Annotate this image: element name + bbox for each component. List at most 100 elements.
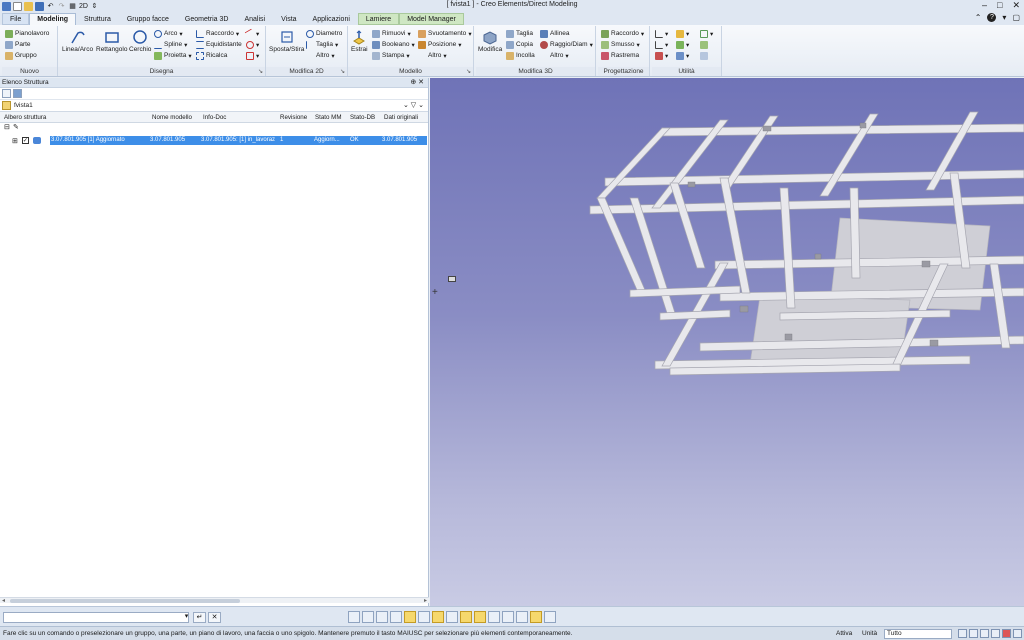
- tab-gruppo-facce[interactable]: Gruppo facce: [119, 13, 177, 25]
- tab-applicazioni[interactable]: Applicazioni: [305, 13, 358, 25]
- tab-file[interactable]: File: [2, 13, 30, 25]
- status-layout-icon[interactable]: [980, 629, 989, 638]
- rettangolo-button[interactable]: Rettangolo: [96, 29, 127, 53]
- view-settings-icon[interactable]: [544, 611, 556, 623]
- minimize-ribbon-icon[interactable]: ⌃: [975, 13, 982, 22]
- render-shaded-icon[interactable]: [446, 611, 458, 623]
- utility-info-button[interactable]: ▾: [676, 50, 689, 61]
- status-window-icon[interactable]: [969, 629, 978, 638]
- minimize-icon[interactable]: –: [982, 0, 987, 11]
- posizione-button[interactable]: Posizione ▾: [418, 39, 461, 50]
- tab-vista[interactable]: Vista: [273, 13, 304, 25]
- svuotamento-button[interactable]: Svuotamento ▾: [418, 28, 472, 39]
- modifica-button[interactable]: Modifica: [478, 29, 502, 53]
- help-icon[interactable]: ?: [987, 13, 997, 22]
- status-close-icon[interactable]: [1002, 629, 1011, 638]
- filter-icons[interactable]: ⌄ ▽ ⌄: [403, 101, 424, 109]
- utility-distance-button[interactable]: ▾: [655, 39, 668, 50]
- stampa-button[interactable]: Stampa ▾: [372, 50, 410, 61]
- tab-geometria-3d[interactable]: Geometria 3D: [177, 13, 237, 25]
- taglia-3d-button[interactable]: Taglia: [506, 28, 533, 39]
- help-dropdown-icon[interactable]: ▾: [1002, 13, 1006, 22]
- altro-3d-button[interactable]: Altro ▾: [540, 50, 569, 61]
- status-save-icon[interactable]: [958, 629, 967, 638]
- tree-up-icon[interactable]: [2, 89, 11, 98]
- construction-circle-button[interactable]: ▾: [246, 39, 259, 50]
- render-hidden-icon[interactable]: [488, 611, 500, 623]
- render-wire-icon[interactable]: [474, 611, 486, 623]
- view-front-icon[interactable]: [362, 611, 374, 623]
- cerchio-button[interactable]: Cerchio: [129, 29, 151, 53]
- arco-button[interactable]: Arco ▾: [154, 28, 183, 39]
- render-shaded-edges-icon[interactable]: [460, 611, 472, 623]
- booleano-button[interactable]: Booleano ▾: [372, 39, 415, 50]
- close-icon[interactable]: ✕: [1012, 0, 1020, 11]
- render-outline-icon[interactable]: [502, 611, 514, 623]
- status-options-icon[interactable]: [1013, 629, 1022, 638]
- rastrema-button[interactable]: Rastrema: [601, 50, 639, 61]
- scroll-left-icon[interactable]: ◂: [2, 597, 5, 604]
- command-cancel-button[interactable]: ✕: [208, 612, 221, 623]
- spline-button[interactable]: Spline ▾: [154, 39, 187, 50]
- view-iso-icon[interactable]: [348, 611, 360, 623]
- modifica-2d-launcher-icon[interactable]: ↘: [340, 68, 345, 75]
- gruppo-button[interactable]: Gruppo: [5, 50, 37, 61]
- utility-flag-button[interactable]: ▾: [676, 28, 689, 39]
- status-tile-icon[interactable]: [991, 629, 1000, 638]
- utility-image-button[interactable]: [700, 39, 708, 50]
- raccordo-2d-button[interactable]: Raccordo ▾: [196, 28, 239, 39]
- tree-root[interactable]: ⊟ ✎: [0, 123, 428, 132]
- status-unit[interactable]: Unità: [862, 630, 877, 637]
- scroll-right-icon[interactable]: ▸: [424, 597, 427, 604]
- ribbon-options-icon[interactable]: ▢: [1012, 13, 1020, 22]
- expand-icon[interactable]: ⊞: [12, 137, 18, 145]
- taglia-2d-button[interactable]: Taglia ▾: [306, 39, 338, 50]
- viewport-selector-row[interactable]: fvista1 ⌄ ▽ ⌄: [0, 100, 428, 112]
- raccordo-3d-button[interactable]: Raccordo ▾: [601, 28, 644, 39]
- tree-row[interactable]: 3.07.801.905 [1] Aggiornato 3.07.801.905…: [50, 136, 427, 145]
- tab-lamiere[interactable]: Lamiere: [357, 13, 400, 25]
- estrai-button[interactable]: Estrai: [351, 29, 368, 53]
- construction-line-button[interactable]: ▾: [244, 28, 259, 39]
- col-info-doc[interactable]: Info-Doc: [203, 114, 226, 121]
- col-revisione[interactable]: Revisione: [280, 114, 307, 121]
- maximize-icon[interactable]: □: [997, 0, 1002, 11]
- altro-modello-button[interactable]: Altro ▾: [418, 50, 447, 61]
- diametro-button[interactable]: Diametro: [306, 28, 342, 39]
- view-side-icon[interactable]: [390, 611, 402, 623]
- pianolavoro-button[interactable]: Pianolavoro: [5, 28, 49, 39]
- view-zoom-icon[interactable]: [418, 611, 430, 623]
- panel-horizontal-scrollbar[interactable]: ◂ ▸: [0, 597, 429, 604]
- rimuovi-button[interactable]: Rimuovi ▾: [372, 28, 411, 39]
- sposta-stira-button[interactable]: Sposta/Stira: [269, 29, 304, 53]
- view-top-icon[interactable]: [376, 611, 388, 623]
- utility-grid-button[interactable]: ▾: [700, 28, 713, 39]
- command-input[interactable]: [3, 612, 189, 623]
- modello-launcher-icon[interactable]: ↘: [466, 68, 471, 75]
- utility-angle-button[interactable]: ▾: [655, 50, 668, 61]
- raggio-diam-button[interactable]: Raggio/Diam ▾: [540, 39, 593, 50]
- panel-pin-close-icons[interactable]: ⊕ ✕: [410, 78, 424, 88]
- construction-point-button[interactable]: ▾: [246, 50, 259, 61]
- incolla-button[interactable]: Incolla: [506, 50, 535, 61]
- linea-arco-button[interactable]: Linea/Arco: [62, 29, 93, 53]
- command-dropdown-icon[interactable]: ▾: [182, 612, 191, 623]
- ricalca-button[interactable]: Ricalca: [196, 50, 227, 61]
- scrollbar-thumb[interactable]: [10, 599, 240, 603]
- highlight-icon[interactable]: [530, 611, 542, 623]
- copia-button[interactable]: Copia: [506, 39, 533, 50]
- parte-button[interactable]: Parte: [5, 39, 31, 50]
- view-fit-icon[interactable]: [404, 611, 416, 623]
- view-pan-icon[interactable]: [432, 611, 444, 623]
- utility-box-button[interactable]: [700, 50, 708, 61]
- col-albero[interactable]: Albero struttura: [4, 114, 46, 121]
- collapse-icon[interactable]: ⊟: [4, 123, 10, 131]
- selection-filter-select[interactable]: Tutto: [884, 629, 952, 639]
- altro-2d-button[interactable]: Altro ▾: [306, 50, 335, 61]
- col-stato-mm[interactable]: Stato MM: [315, 114, 341, 121]
- utility-measure-button[interactable]: ▾: [655, 28, 668, 39]
- 3d-viewport[interactable]: +: [430, 78, 1024, 606]
- tab-model-manager[interactable]: Model Manager: [399, 13, 464, 25]
- visibility-checkbox[interactable]: ✓: [21, 137, 29, 144]
- utility-check-button[interactable]: ▾: [676, 39, 689, 50]
